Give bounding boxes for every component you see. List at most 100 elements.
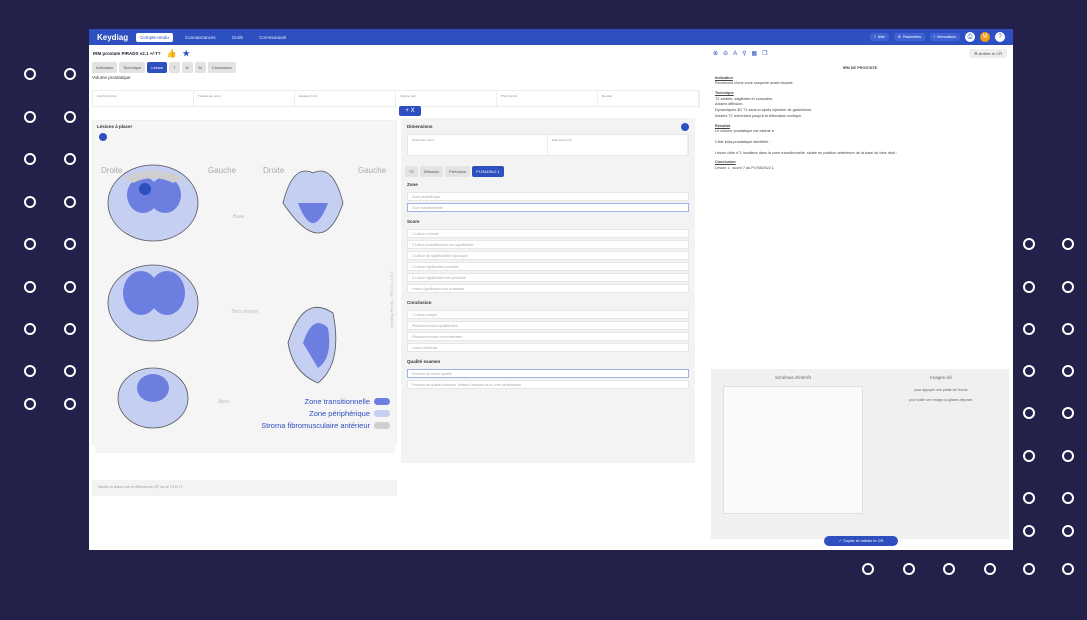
score-option[interactable]: 3 Lésion de significativité équivoque	[407, 251, 689, 260]
quality-option[interactable]: Examen de bonne qualité	[407, 369, 689, 378]
report-body[interactable]: IRM DE PROSTATE Indication Recherche d'u…	[707, 62, 1013, 176]
tab-conclusion[interactable]: Conclusion	[207, 62, 236, 73]
image-icon[interactable]: ▦	[751, 50, 757, 57]
tab-perfusion[interactable]: Perfusion	[445, 166, 471, 177]
quality-option[interactable]: Examen de qualité diminuée, limitant l'a…	[407, 380, 689, 389]
decorative-ring	[24, 398, 36, 410]
images-hint: pour appuyer une partie de l'écran	[914, 388, 968, 392]
avatar[interactable]: M	[980, 32, 990, 42]
label-apex: Apex	[218, 399, 230, 405]
decorative-ring	[1062, 525, 1074, 537]
tab-n[interactable]: N	[181, 62, 193, 73]
decorative-ring	[24, 68, 36, 80]
add-icon[interactable]	[681, 123, 689, 131]
schemas-thumbnail[interactable]	[723, 386, 863, 514]
score-option[interactable]: Lésion significative non évaluable	[407, 284, 689, 293]
images-title: Images clé	[930, 375, 952, 380]
field-ap[interactable]: Ant-Post (mm)	[93, 91, 194, 106]
zoom-in-icon[interactable]: ⊕	[713, 50, 718, 57]
decorative-ring	[64, 365, 76, 377]
help-button[interactable]: ? Aide	[869, 33, 889, 41]
tab-technique[interactable]: Technique	[119, 62, 146, 73]
volume-fields: Ant-Post (mm) Transverse (mm) Hauteur (m…	[92, 90, 700, 107]
decorative-ring	[1023, 365, 1035, 377]
field-transverse[interactable]: Transverse (mm)	[194, 91, 295, 106]
nav-compte-rendu[interactable]: Compte-rendu	[136, 32, 173, 42]
nav-communaute[interactable]: Communauté	[255, 33, 290, 42]
brand-logo[interactable]: Keydiag	[97, 33, 128, 42]
field-densite[interactable]: Densité	[598, 91, 699, 106]
stop-report-button[interactable]: ⚙ Arrêter le CR	[969, 49, 1007, 58]
zone-option[interactable]: Zone transitionnelle	[407, 203, 689, 212]
decorative-ring	[24, 111, 36, 123]
settings-button[interactable]: ⚙ Paramètres	[893, 33, 925, 41]
decorative-ring	[64, 398, 76, 410]
swatch-zt	[374, 398, 390, 405]
question-icon[interactable]: ?	[995, 32, 1005, 42]
zoom-out-icon[interactable]: ⊖	[723, 50, 728, 57]
score-option[interactable]: 5 Lésion significative très probable	[407, 273, 689, 282]
field-grand-axe[interactable]: Grand axe (mm)	[408, 135, 548, 155]
conclusion-option[interactable]: Plusieurs lésions controlatérales	[407, 332, 689, 341]
nav-connaissances[interactable]: Connaissances	[181, 33, 220, 42]
zone-option[interactable]: Zone périphérique	[407, 192, 689, 201]
report-title: IRM DE PROSTATE	[842, 66, 878, 70]
field-petit-axe[interactable]: Petit axe (mm)	[548, 135, 688, 155]
conclusion-option[interactable]: Plusieurs lésions ipsilatérales	[407, 321, 689, 330]
lesion-tabs: T2 Diffusion Perfusion PI-RADSv2.1	[401, 158, 695, 179]
field-hauteur[interactable]: Hauteur (mm)	[295, 91, 396, 106]
quality-title: Qualité examen	[407, 359, 441, 364]
decorative-ring	[24, 365, 36, 377]
conclusion-option[interactable]: 1 Lésion unique	[407, 310, 689, 319]
watermark: Keydiag Pirads - IRM v2.1.4.6.X	[389, 271, 394, 328]
decorative-ring	[1062, 407, 1074, 419]
field-psa[interactable]: PSA (ng/ml)	[497, 91, 598, 106]
copy-icon[interactable]: ❐	[762, 50, 767, 57]
decorative-ring	[1062, 450, 1074, 462]
decorative-ring	[64, 68, 76, 80]
resultat-line: Le volume prostatique est estimé à	[715, 129, 774, 134]
conclusion-option[interactable]: Lésion bilatérale	[407, 343, 689, 352]
decorative-ring	[1062, 365, 1074, 377]
decorative-ring	[64, 196, 76, 208]
nav-outils[interactable]: Outils	[228, 33, 248, 42]
text-icon[interactable]: A	[733, 51, 737, 57]
images-hint-2: pour coller une image ou glisser-déposer…	[908, 398, 974, 402]
score-option[interactable]: 1 Lésion normale	[407, 229, 689, 238]
schemas-title: Schémas d'intérêt	[775, 375, 811, 380]
decorative-ring	[1062, 281, 1074, 293]
info-button[interactable]: i Informations	[929, 33, 960, 41]
label-droite-2: Droite	[263, 166, 285, 175]
swatch-zp	[374, 410, 390, 417]
tab-indication[interactable]: Indication	[92, 62, 118, 73]
lesion-description-input[interactable]: Décrire la lésion vue en diffusion en ZP…	[92, 480, 397, 496]
tab-diffusion[interactable]: Diffusion	[419, 166, 444, 177]
tab-pirads[interactable]: PI-RADSv2.1	[472, 166, 504, 177]
decorative-ring	[64, 238, 76, 250]
copy-validate-button[interactable]: ✓ Copier et valider le CR	[824, 536, 898, 546]
field-volume[interactable]: Volume (cc)	[396, 91, 497, 106]
lesions-title: Lésions à placer	[97, 124, 133, 129]
print-icon[interactable]: ⎙	[965, 32, 975, 42]
pin-icon[interactable]: ⚲	[742, 50, 746, 57]
star-icon[interactable]: ★	[183, 49, 190, 58]
technique-line: Axiales T2 remontant jusqu'à la bifurcat…	[715, 113, 803, 118]
close-lesion-button[interactable]: + X	[399, 106, 421, 116]
tab-t[interactable]: T	[169, 62, 180, 73]
legend-stroma: Stroma fibromusculaire antérieur	[261, 421, 390, 430]
tab-m[interactable]: M	[194, 62, 206, 73]
decorative-ring	[943, 563, 955, 575]
decorative-ring	[1062, 323, 1074, 335]
decorative-ring	[903, 563, 915, 575]
score-option[interactable]: 4 Lésion significative probable	[407, 262, 689, 271]
thumb-icon[interactable]: 👍	[167, 49, 177, 58]
score-option[interactable]: 2 Lésion probablement non significative	[407, 240, 689, 249]
decorative-ring	[64, 281, 76, 293]
top-navbar: Keydiag Compte-rendu Connaissances Outil…	[89, 29, 1013, 45]
tab-lesion[interactable]: Lésion	[147, 62, 168, 73]
lesion-marker[interactable]	[99, 133, 107, 141]
lesion-diagram-panel: Lésions à placer Droite Gauche Droite Ga…	[92, 120, 397, 453]
gear-icon: ⚙	[897, 35, 901, 39]
tab-t2[interactable]: T2	[405, 166, 418, 177]
decorative-ring	[1023, 492, 1035, 504]
